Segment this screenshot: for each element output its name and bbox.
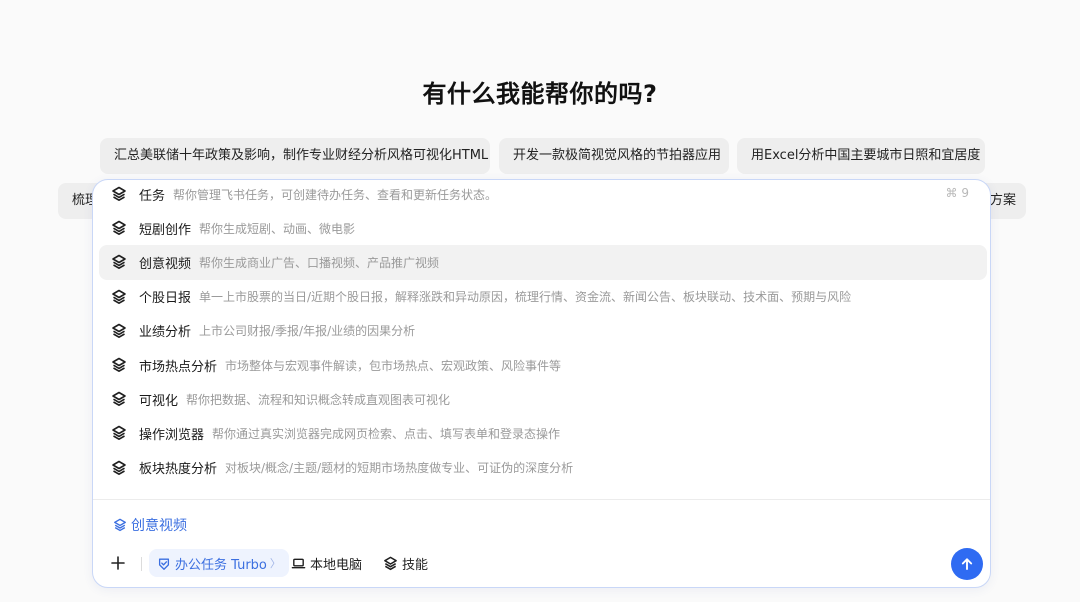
skill-name: 任务 xyxy=(139,188,166,204)
arrow-up-icon xyxy=(959,556,975,572)
local-computer-button[interactable]: 本地电脑 xyxy=(291,549,362,577)
layers-icon xyxy=(111,357,127,373)
plus-icon[interactable] xyxy=(107,552,129,574)
skill-name: 操作浏览器 xyxy=(139,427,205,443)
divider xyxy=(141,557,142,571)
skill-item-stock-daily[interactable]: 个股日报 单一上市股票的当日/近期个股日报，解释涨跌和异动原因，梳理行情、资金流… xyxy=(99,280,987,314)
skill-name: 可视化 xyxy=(139,393,179,409)
skill-name: 业绩分析 xyxy=(139,325,192,341)
skill-desc: 帮你生成短剧、动画、微电影 xyxy=(199,221,356,236)
suggestion-chip[interactable]: 汇总美联储十年政策及影响，制作专业财经分析风格可视化HTML xyxy=(100,138,490,174)
skill-desc: 帮你把数据、流程和知识概念转成直观图表可视化 xyxy=(186,392,451,407)
divider xyxy=(93,499,990,500)
skill-item-creative-video[interactable]: 创意视频 帮你生成商业广告、口播视频、产品推广视频 xyxy=(99,245,987,280)
skill-item-task[interactable]: 任务 帮你管理飞书任务，可创建待办任务、查看和更新任务状态。 ⌘ 9 xyxy=(99,180,987,211)
layers-icon xyxy=(111,391,127,407)
skill-menu: 任务 帮你管理飞书任务，可创建待办任务、查看和更新任务状态。 ⌘ 9 短剧创作 … xyxy=(99,180,987,485)
skill-desc: 上市公司财报/季报/年报/业绩的因果分析 xyxy=(199,324,416,339)
layers-icon xyxy=(113,518,127,532)
skill-item-visualization[interactable]: 可视化 帮你把数据、流程和知识概念转成直观图表可视化 xyxy=(99,382,987,416)
skill-item-short-drama[interactable]: 短剧创作 帮你生成短剧、动画、微电影 xyxy=(99,211,987,245)
layers-icon xyxy=(111,220,127,236)
skill-desc: 帮你生成商业广告、口播视频、产品推广视频 xyxy=(199,255,440,270)
skill-desc: 市场整体与宏观事件解读，包市场热点、宏观政策、风险事件等 xyxy=(225,358,562,373)
skill-name: 个股日报 xyxy=(139,291,192,307)
layers-icon xyxy=(111,323,127,339)
layers-icon xyxy=(111,425,127,441)
suggestion-chip[interactable]: 用Excel分析中国主要城市日照和宜居度 xyxy=(737,138,985,174)
skill-name: 创意视频 xyxy=(139,256,192,272)
input-toolbar: 办公任务 Turbo 〉 本地电脑 技能 xyxy=(107,548,983,582)
skill-desc: 单一上市股票的当日/近期个股日报，解释涨跌和异动原因，梳理行情、资金流、新闻公告… xyxy=(199,290,852,305)
mode-selector-button[interactable]: 办公任务 Turbo 〉 xyxy=(149,549,289,577)
suggestion-chip[interactable]: 开发一款极简视觉风格的节拍器应用 xyxy=(499,138,729,174)
layers-icon xyxy=(111,460,127,476)
skill-item-browser-operation[interactable]: 操作浏览器 帮你通过真实浏览器完成网页检索、点击、填写表单和登录态操作 xyxy=(99,416,987,450)
skill-name: 短剧创作 xyxy=(139,222,192,238)
skill-name: 板块热度分析 xyxy=(139,462,218,478)
layers-icon xyxy=(111,254,127,270)
chevron-right-icon: 〉 xyxy=(269,557,281,570)
skill-name: 市场热点分析 xyxy=(139,359,218,375)
skill-desc: 帮你管理飞书任务，可创建待办任务、查看和更新任务状态。 xyxy=(173,187,498,202)
layers-icon xyxy=(383,556,398,571)
shortcut-hint: ⌘ 9 xyxy=(945,186,969,200)
office-task-icon xyxy=(157,556,171,570)
chat-input-panel: 任务 帮你管理飞书任务，可创建待办任务、查看和更新任务状态。 ⌘ 9 短剧创作 … xyxy=(92,179,991,588)
selected-skill-label: 创意视频 xyxy=(131,518,187,534)
mode-label: 办公任务 Turbo xyxy=(175,557,267,573)
layers-icon xyxy=(111,289,127,305)
laptop-icon xyxy=(291,556,306,571)
skill-item-sector-heat[interactable]: 板块热度分析 对板块/概念/主题/题材的短期市场热度做专业、可证伪的深度分析 xyxy=(99,451,987,485)
layers-icon xyxy=(111,186,127,202)
local-computer-label: 本地电脑 xyxy=(310,557,363,573)
skills-label: 技能 xyxy=(402,557,429,573)
send-button[interactable] xyxy=(951,548,983,580)
skills-button[interactable]: 技能 xyxy=(383,549,428,577)
skill-desc: 对板块/概念/主题/题材的短期市场热度做专业、可证伪的深度分析 xyxy=(225,461,574,476)
selected-skill-tag[interactable]: 创意视频 xyxy=(113,515,187,535)
skill-item-earnings-analysis[interactable]: 业绩分析 上市公司财报/季报/年报/业绩的因果分析 xyxy=(99,314,987,348)
skill-item-market-hotspot[interactable]: 市场热点分析 市场整体与宏观事件解读，包市场热点、宏观政策、风险事件等 xyxy=(99,348,987,382)
skill-desc: 帮你通过真实浏览器完成网页检索、点击、填写表单和登录态操作 xyxy=(212,426,561,441)
page-heading: 有什么我能帮你的吗? xyxy=(422,80,658,108)
